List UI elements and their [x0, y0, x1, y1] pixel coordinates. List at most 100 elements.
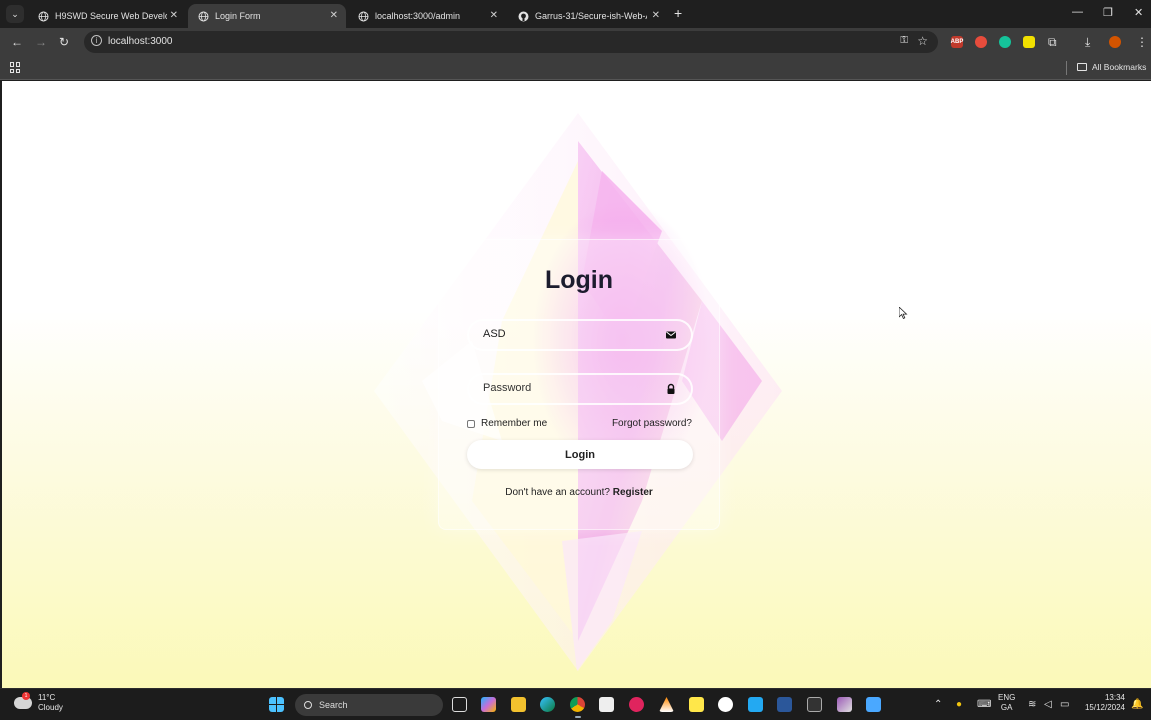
register-prompt: Don't have an account? Register: [439, 487, 719, 498]
vlc-icon[interactable]: [659, 697, 674, 712]
tab-github[interactable]: Garrus-31/Secure-ish-Web-Ap ✕: [508, 4, 668, 28]
clock[interactable]: 13:34 15/12/2024: [1079, 693, 1125, 713]
minimize-icon[interactable]: —: [1072, 6, 1083, 18]
tab-admin[interactable]: localhost:3000/admin ✕: [348, 4, 506, 28]
grammarly-icon[interactable]: [999, 36, 1011, 48]
register-prompt-text: Don't have an account?: [505, 487, 610, 498]
globe-icon: [198, 11, 209, 22]
forward-icon[interactable]: →: [35, 35, 47, 49]
back-icon[interactable]: ←: [11, 35, 23, 49]
weather-widget[interactable]: 1 11°C Cloudy: [14, 692, 63, 713]
app-blue-icon[interactable]: [866, 697, 881, 712]
microsoft-store-icon[interactable]: [599, 697, 614, 712]
lock-icon: [667, 383, 675, 394]
edge-icon[interactable]: [540, 697, 555, 712]
app-red-icon[interactable]: [629, 697, 644, 712]
close-tab-icon[interactable]: ✕: [652, 10, 660, 21]
bookmarks-divider: [1066, 61, 1067, 75]
password-input[interactable]: [483, 382, 653, 394]
remember-me-label: Remember me: [481, 418, 548, 429]
tab-label: localhost:3000/admin: [375, 11, 461, 21]
password-field-wrapper: [467, 373, 693, 405]
sticky-notes-icon[interactable]: [689, 697, 704, 712]
password-key-icon[interactable]: ⚿: [900, 35, 908, 46]
microphone-icon[interactable]: ●: [956, 699, 962, 710]
search-icon: [304, 701, 312, 709]
page-viewport: Login Remember me Forgot password? Login…: [2, 81, 1151, 688]
apps-grid-icon[interactable]: [10, 62, 21, 73]
tab-search-icon[interactable]: ⌄: [6, 5, 24, 23]
clipchamp-icon[interactable]: [837, 697, 852, 712]
register-link[interactable]: Register: [613, 487, 653, 498]
github-icon: [518, 11, 529, 22]
clock-time: 13:34: [1104, 693, 1125, 702]
browser-toolbar: ← → ↻ i localhost:3000 ⚿ ☆ ABP ⧉ ⤓ ⋮: [0, 28, 1151, 56]
site-info-icon[interactable]: i: [91, 35, 102, 46]
bookmarks-bar: All Bookmarks: [0, 56, 1151, 80]
download-icon[interactable]: ⤓: [1085, 35, 1090, 49]
tab-strip: ⌄ H9SWD Secure Web Developm ✕ Login Form…: [0, 0, 1151, 28]
windows-start-icon[interactable]: [269, 697, 284, 712]
chrome-icon[interactable]: [570, 697, 585, 712]
task-view-icon[interactable]: [452, 697, 467, 712]
restore-icon[interactable]: ❐: [1103, 6, 1113, 19]
tab-h9swd[interactable]: H9SWD Secure Web Developm ✕: [28, 4, 186, 28]
bookmark-star-icon[interactable]: ☆: [917, 34, 928, 48]
tab-label: H9SWD Secure Web Developm: [55, 11, 167, 21]
globe-icon: [38, 11, 49, 22]
cloud-icon: 1: [14, 692, 32, 709]
close-tab-icon[interactable]: ✕: [170, 10, 178, 21]
weather-description: Cloudy: [38, 703, 63, 712]
new-tab-icon[interactable]: +: [674, 6, 682, 20]
profile-avatar[interactable]: [1109, 36, 1121, 48]
mouse-cursor-icon: [899, 307, 908, 319]
all-bookmarks-button[interactable]: All Bookmarks: [1077, 62, 1146, 72]
weather-temperature: 11°C: [38, 693, 56, 702]
envelope-icon: [666, 331, 676, 339]
address-bar[interactable]: i localhost:3000 ⚿ ☆: [84, 31, 938, 53]
clock-date: 15/12/2024: [1084, 703, 1125, 712]
keyboard-layout: GA: [1000, 703, 1013, 712]
word-icon[interactable]: [777, 697, 792, 712]
battery-icon[interactable]: ▭: [1060, 699, 1069, 710]
extensions-puzzle-icon[interactable]: ⧉: [1048, 35, 1057, 49]
vscode-icon[interactable]: [748, 697, 763, 712]
notification-bell-icon[interactable]: 🔔: [1131, 699, 1143, 710]
username-field-wrapper: [467, 319, 693, 351]
tab-label: Login Form: [215, 11, 261, 21]
file-explorer-icon[interactable]: [511, 697, 526, 712]
taskbar-search[interactable]: Search: [295, 694, 443, 716]
tab-login-form[interactable]: Login Form ✕: [188, 4, 346, 28]
terminal-icon[interactable]: [807, 697, 822, 712]
reload-icon[interactable]: ↻: [59, 35, 69, 49]
weather-badge: 1: [22, 692, 30, 700]
all-bookmarks-label: All Bookmarks: [1092, 62, 1147, 72]
chevron-up-icon[interactable]: ⌃: [934, 699, 942, 710]
adblock-icon[interactable]: ABP: [951, 36, 963, 48]
tab-label: Garrus-31/Secure-ish-Web-Ap: [535, 11, 647, 21]
close-tab-icon[interactable]: ✕: [330, 10, 338, 21]
close-window-icon[interactable]: ✕: [1134, 6, 1143, 19]
url-text[interactable]: localhost:3000: [108, 36, 173, 47]
login-card: Login Remember me Forgot password? Login…: [438, 239, 720, 530]
wifi-icon[interactable]: ≋: [1028, 699, 1036, 710]
globe-icon: [358, 11, 369, 22]
more-menu-icon[interactable]: ⋮: [1136, 35, 1148, 49]
sticky-note-extension-icon[interactable]: [1023, 36, 1035, 48]
volume-muted-icon[interactable]: ◁: [1044, 699, 1052, 710]
keyboard-icon[interactable]: ⌨: [977, 699, 991, 710]
close-tab-icon[interactable]: ✕: [490, 10, 498, 21]
folder-icon: [1077, 63, 1087, 71]
forgot-password-link[interactable]: Forgot password?: [612, 418, 692, 429]
remember-me-option[interactable]: Remember me: [467, 418, 547, 429]
extension-red-icon[interactable]: [975, 36, 987, 48]
windows-taskbar: 1 11°C Cloudy Search ⌃ ● ⌨ ENG GA ≋ ◁ ▭ …: [0, 688, 1151, 720]
login-button[interactable]: Login: [467, 440, 693, 469]
copilot-icon[interactable]: [481, 697, 496, 712]
login-title: Login: [544, 266, 614, 294]
remember-me-checkbox[interactable]: [467, 419, 475, 428]
username-input[interactable]: [483, 328, 653, 340]
language-indicator[interactable]: ENG GA: [998, 693, 1015, 713]
unreal-engine-icon[interactable]: [718, 697, 733, 712]
taskbar-search-label: Search: [319, 700, 348, 710]
